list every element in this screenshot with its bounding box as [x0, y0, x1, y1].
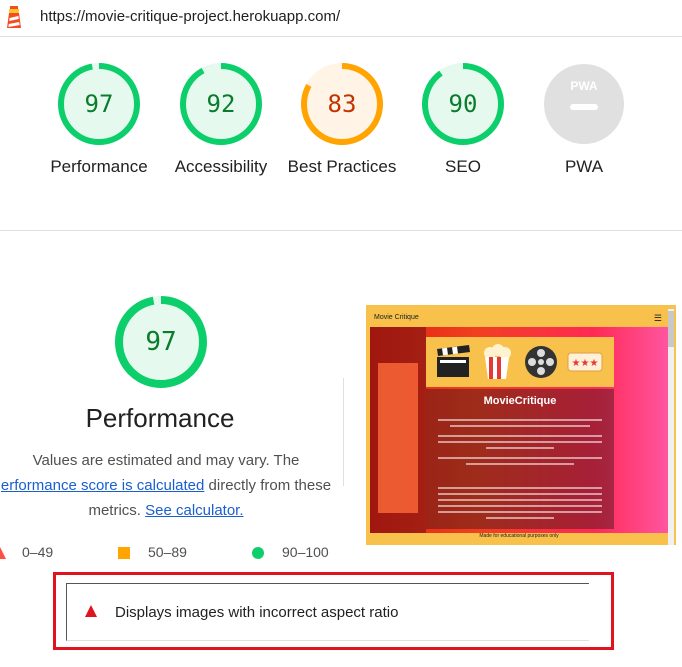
popcorn-icon [484, 344, 511, 379]
gauge-performance-score: 97 [84, 90, 114, 118]
legend-average-range: 50–89 [148, 544, 187, 560]
legend-fail-range: 0–49 [22, 544, 54, 560]
gauge-accessibility-score: 92 [206, 90, 236, 118]
text-line [438, 511, 602, 513]
text-line [438, 441, 602, 443]
performance-score: 97 [145, 327, 177, 357]
text-line [486, 517, 554, 519]
text-line [486, 447, 554, 449]
lighthouse-icon [7, 6, 21, 28]
gauge-seo[interactable]: 90 [422, 63, 504, 145]
film-reel-icon [525, 346, 557, 378]
gauge-best-practices-score: 83 [327, 90, 357, 118]
fail-triangle-icon [85, 605, 97, 617]
url-text[interactable]: https://movie-critique-project.herokuapp… [40, 8, 340, 25]
gauge-accessibility[interactable]: 92 [180, 63, 262, 145]
pwa-badge-text: PWA [570, 79, 598, 93]
vertical-divider [343, 378, 344, 486]
audit-title[interactable]: Displays images with incorrect aspect ra… [115, 604, 398, 621]
pwa-badge-icon: PWA [544, 64, 624, 144]
gauge-best-practices[interactable]: 83 [301, 63, 383, 145]
text-line [438, 493, 602, 495]
screenshot-footer-text: Made for educational purposes only [479, 533, 559, 539]
gauge-best-practices-label: Best Practices [287, 157, 397, 176]
gauge-accessibility-label: Accessibility [174, 157, 268, 176]
square-icon [118, 547, 130, 559]
screenshot-content-panel: MovieCritique [426, 389, 614, 529]
description-line-1: Values are estimated and may vary. The [32, 452, 300, 469]
gauge-pwa[interactable]: PWA [543, 63, 625, 145]
page-screenshot[interactable]: Movie Critique ☰ ★★★ MovieCritique Made … [366, 305, 676, 545]
legend-pass-range: 90–100 [282, 544, 329, 560]
gauge-seo-label: SEO [445, 157, 481, 176]
clapperboard-icon [437, 345, 470, 377]
description-line-3: metrics. [88, 502, 146, 519]
svg-text:★★★: ★★★ [572, 358, 599, 369]
film-frame-graphic [378, 363, 418, 513]
text-line [438, 487, 602, 489]
url-bar: https://movie-critique-project.herokuapp… [0, 0, 682, 37]
text-line [438, 419, 602, 421]
gauge-seo-score: 90 [448, 90, 478, 118]
ticket-icon: ★★★ [567, 352, 603, 372]
text-line [438, 457, 602, 459]
screenshot-footer: Made for educational purposes only [370, 533, 668, 545]
performance-gauge: 97 [115, 296, 207, 388]
text-line [450, 425, 590, 427]
movie-icons-strip: ★★★ [426, 337, 614, 387]
text-line [438, 435, 602, 437]
scrollbar-thumb[interactable] [668, 311, 674, 347]
description-line-2: directly from these [204, 477, 332, 494]
circle-icon [252, 547, 264, 559]
text-line [438, 505, 602, 507]
performance-score-link[interactable]: erformance score is calculated [1, 477, 204, 494]
performance-description: Values are estimated and may vary. The e… [0, 448, 336, 523]
gauge-performance[interactable]: 97 [58, 63, 140, 145]
gauge-performance-label: Performance [50, 157, 148, 176]
screenshot-hero: ★★★ MovieCritique [370, 327, 668, 533]
gauge-pwa-label: PWA [564, 157, 604, 176]
triangle-icon [0, 547, 6, 559]
see-calculator-link[interactable]: See calculator. [145, 502, 243, 519]
screenshot-scrollbar[interactable] [668, 309, 674, 545]
screenshot-brand: Movie Critique [374, 314, 419, 321]
performance-title: Performance [85, 403, 235, 433]
section-divider [0, 230, 682, 231]
screenshot-title: MovieCritique [483, 395, 557, 407]
screenshot-header: Movie Critique ☰ [370, 309, 668, 327]
hamburger-menu-icon: ☰ [653, 313, 662, 323]
text-line [466, 463, 574, 465]
text-line [438, 499, 602, 501]
